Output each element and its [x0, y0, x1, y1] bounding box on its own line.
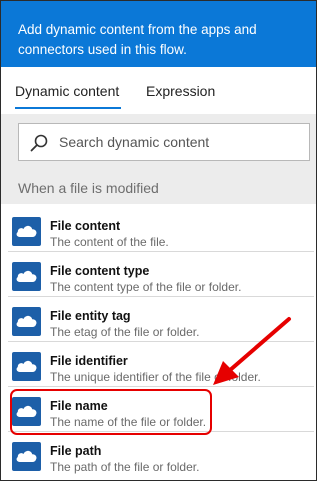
list-item-file-path[interactable]: File path The path of the file or folder…	[8, 432, 314, 477]
item-description: The etag of the file or folder.	[50, 325, 200, 339]
onedrive-cloud-icon	[12, 307, 41, 336]
tab-dynamic-content[interactable]: Dynamic content	[15, 83, 119, 99]
item-title: File entity tag	[50, 309, 131, 323]
item-title: File name	[50, 399, 108, 413]
tab-bar: Dynamic content Expression	[1, 67, 316, 114]
item-description: The unique identifier of the file or fol…	[50, 370, 261, 384]
search-section: When a file is modified	[1, 114, 316, 204]
search-input[interactable]	[59, 125, 299, 159]
banner-text: Add dynamic content from the apps and co…	[18, 22, 257, 57]
item-title: File content type	[50, 264, 150, 278]
dynamic-content-panel: Add dynamic content from the apps and co…	[0, 0, 317, 481]
search-box[interactable]	[18, 123, 310, 161]
item-title: File path	[50, 444, 102, 458]
active-tab-indicator	[15, 107, 121, 109]
item-description: The content type of the file or folder.	[50, 280, 242, 294]
search-icon	[29, 133, 49, 153]
item-description: The path of the file or folder.	[50, 460, 200, 474]
dynamic-content-list: File content The content of the file. Fi…	[8, 207, 314, 477]
onedrive-cloud-icon	[12, 352, 41, 381]
item-title: File content	[50, 219, 121, 233]
item-title: File identifier	[50, 354, 128, 368]
list-item-file-identifier[interactable]: File identifier The unique identifier of…	[8, 342, 314, 387]
trigger-section-title: When a file is modified	[18, 180, 159, 196]
onedrive-cloud-icon	[12, 262, 41, 291]
onedrive-cloud-icon	[12, 397, 41, 426]
list-item-file-entity-tag[interactable]: File entity tag The etag of the file or …	[8, 297, 314, 342]
list-item-file-content[interactable]: File content The content of the file.	[8, 207, 314, 252]
item-description: The content of the file.	[50, 235, 169, 249]
item-description: The name of the file or folder.	[50, 415, 207, 429]
info-banner: Add dynamic content from the apps and co…	[1, 1, 316, 67]
list-item-file-content-type[interactable]: File content type The content type of th…	[8, 252, 314, 297]
onedrive-cloud-icon	[12, 442, 41, 471]
list-item-file-name[interactable]: File name The name of the file or folder…	[8, 387, 314, 432]
tab-expression[interactable]: Expression	[146, 83, 215, 99]
onedrive-cloud-icon	[12, 217, 41, 246]
